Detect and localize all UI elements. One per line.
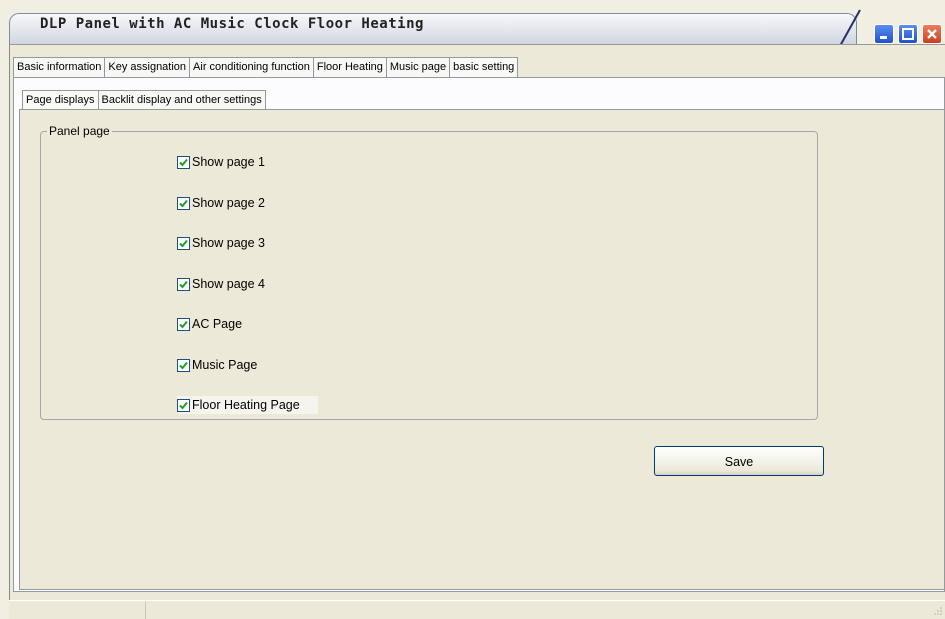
checkbox-label: Floor Heating Page <box>192 398 300 412</box>
close-icon <box>927 29 937 39</box>
checkbox-show-page-4[interactable]: Show page 4 <box>177 275 265 293</box>
checkbox-ac-page[interactable]: AC Page <box>177 315 242 333</box>
maximize-button[interactable] <box>898 24 918 44</box>
checkbox-label: Music Page <box>192 358 258 372</box>
checkbox-label: Show page 4 <box>192 277 265 291</box>
status-bar <box>9 600 945 619</box>
title-bar[interactable]: DLP Panel with AC Music Clock Floor Heat… <box>0 0 945 47</box>
status-pane <box>9 602 146 619</box>
checkbox-label: AC Page <box>192 317 243 331</box>
check-icon[interactable] <box>177 277 190 291</box>
check-icon[interactable] <box>177 155 190 169</box>
tab-floor-heating[interactable]: Floor Heating <box>312 57 387 77</box>
check-icon[interactable] <box>177 358 190 372</box>
check-icon[interactable] <box>177 398 190 412</box>
panel-page-group <box>40 131 818 420</box>
checkbox-show-page-3[interactable]: Show page 3 <box>177 234 265 252</box>
tab-basic-information[interactable]: Basic information <box>13 57 106 77</box>
checkbox-floor-heating-page[interactable]: Floor Heating Page <box>177 396 318 414</box>
tab-basic-setting[interactable]: basic setting <box>449 57 519 77</box>
resize-grip-icon[interactable] <box>930 605 943 618</box>
tab-page-displays[interactable]: Page displays <box>22 90 99 109</box>
check-icon[interactable] <box>177 196 190 210</box>
maximize-icon <box>902 28 914 40</box>
window-title: DLP Panel with AC Music Clock Floor Heat… <box>40 16 424 32</box>
tab-music-page[interactable]: Music page <box>385 57 451 77</box>
tab-air-conditioning-function[interactable]: Air conditioning function <box>189 57 314 77</box>
check-icon[interactable] <box>177 317 190 331</box>
app-window: DLP Panel with AC Music Clock Floor Heat… <box>0 0 945 619</box>
minimize-icon <box>880 36 887 39</box>
tab-key-assignation[interactable]: Key assignation <box>104 57 191 77</box>
checkbox-show-page-1[interactable]: Show page 1 <box>177 153 265 171</box>
checkbox-label: Show page 3 <box>192 236 265 250</box>
save-button[interactable]: Save <box>654 446 824 476</box>
main-tab-strip: Basic information Key assignation Air co… <box>13 57 519 77</box>
minimize-button[interactable] <box>874 24 894 44</box>
title-divider <box>839 9 861 47</box>
check-icon[interactable] <box>177 236 190 250</box>
checkbox-music-page[interactable]: Music Page <box>177 356 257 374</box>
checkbox-show-page-2[interactable]: Show page 2 <box>177 194 265 212</box>
sub-tab-strip: Page displays Backlit display and other … <box>22 90 266 109</box>
close-button[interactable] <box>922 24 942 44</box>
checkbox-label: Show page 1 <box>192 155 265 169</box>
group-title: Panel page <box>47 124 112 138</box>
checkbox-label: Show page 2 <box>192 196 265 210</box>
tab-backlit-display-settings[interactable]: Backlit display and other settings <box>97 90 266 109</box>
